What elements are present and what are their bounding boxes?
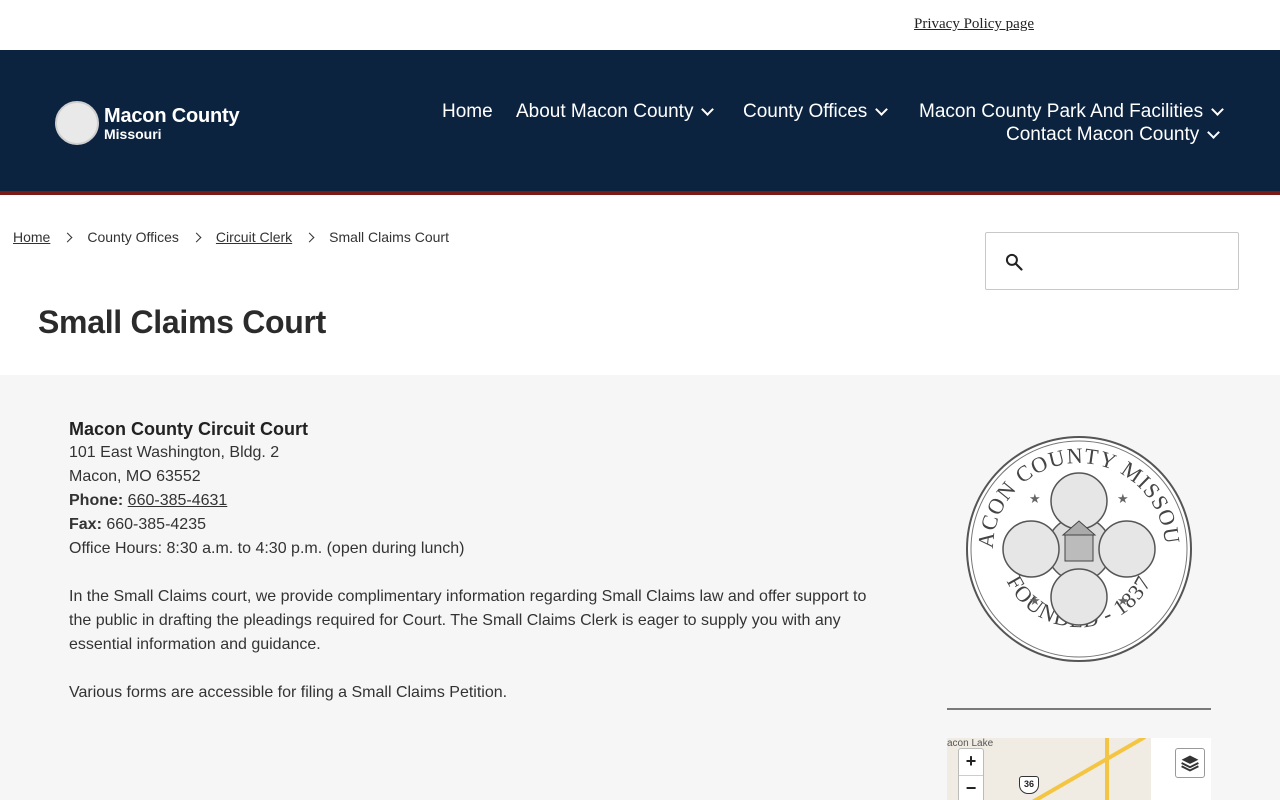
chevron-right-icon <box>304 232 315 242</box>
breadcrumb-county-offices: County Offices <box>87 229 179 245</box>
fax-label: Fax: <box>69 516 102 533</box>
chevron-right-icon <box>191 232 202 242</box>
layers-button[interactable] <box>1175 748 1205 778</box>
breadcrumb-home[interactable]: Home <box>13 229 50 245</box>
top-utility-bar: Privacy Policy page <box>0 0 1280 50</box>
breadcrumb: Home County Offices Circuit Clerk Small … <box>13 229 449 245</box>
privacy-policy-link[interactable]: Privacy Policy page <box>914 16 1034 33</box>
nav-item-home[interactable]: Home <box>442 101 493 123</box>
logo-title: Macon County <box>104 104 240 127</box>
location-map[interactable]: acon Lake 36 + − <box>947 738 1211 800</box>
breadcrumb-current: Small Claims Court <box>329 229 449 245</box>
body-paragraph: In the Small Claims court, we provide co… <box>69 588 867 653</box>
county-seal-icon <box>55 101 99 145</box>
divider <box>947 708 1211 710</box>
fax-value: 660-385-4235 <box>106 516 206 533</box>
county-seal-image: MACON COUNTY MISSOURI FOUNDED - 1837 ★ ★… <box>965 435 1192 662</box>
nav-item-county-offices[interactable]: County Offices <box>743 101 889 123</box>
logo-subtitle: Missouri <box>104 125 162 142</box>
svg-text:★: ★ <box>1029 593 1041 608</box>
chevron-down-icon <box>875 102 889 116</box>
zoom-in-button[interactable]: + <box>959 749 983 775</box>
body-paragraph: Various forms are accessible for filing … <box>69 684 508 701</box>
nav-item-label: Macon County Park And Facilities <box>919 101 1204 122</box>
nav-item-label: County Offices <box>743 101 868 122</box>
contact-info: Macon County Circuit Court 101 East Wash… <box>69 417 889 729</box>
nav-item-parks[interactable]: Macon County Park And Facilities <box>919 101 1224 123</box>
breadcrumb-circuit-clerk[interactable]: Circuit Clerk <box>216 229 292 245</box>
route-shield-icon: 36 <box>1019 776 1039 794</box>
chevron-right-icon <box>62 232 73 242</box>
nav-item-label: Home <box>442 101 493 122</box>
fax-row: Fax: 660-385-4235 <box>69 513 889 537</box>
chevron-down-icon <box>701 102 715 116</box>
nav-item-label: About Macon County <box>516 101 694 122</box>
chevron-down-icon <box>1207 125 1221 139</box>
nav-item-about[interactable]: About Macon County <box>516 101 715 123</box>
svg-text:★: ★ <box>1117 491 1129 506</box>
address-line2: Macon, MO 63552 <box>69 468 201 485</box>
site-logo[interactable]: Macon County Missouri <box>55 101 240 145</box>
phone-row: Phone: 660-385-4631 <box>69 489 889 513</box>
court-name: Macon County Circuit Court <box>69 419 308 439</box>
zoom-out-button[interactable]: − <box>959 775 983 800</box>
page-title: Small Claims Court <box>38 304 327 340</box>
map-road <box>1105 738 1109 800</box>
search-icon[interactable] <box>1004 252 1024 272</box>
map-road <box>988 738 1146 800</box>
office-hours: Office Hours: 8:30 a.m. to 4:30 p.m. (op… <box>69 540 465 557</box>
svg-text:★: ★ <box>1117 593 1129 608</box>
phone-link[interactable]: 660-385-4631 <box>128 492 228 509</box>
nav-item-contact[interactable]: Contact Macon County <box>1006 124 1221 146</box>
main-content: Macon County Circuit Court 101 East Wash… <box>0 375 1280 800</box>
address-line1: 101 East Washington, Bldg. 2 <box>69 444 280 461</box>
nav-item-label: Contact Macon County <box>1006 124 1200 145</box>
map-zoom-control: + − <box>958 748 984 800</box>
phone-label: Phone: <box>69 492 124 509</box>
search-input[interactable] <box>985 232 1239 290</box>
map-layers-panel <box>1151 738 1211 800</box>
chevron-down-icon <box>1211 102 1224 116</box>
site-header: Macon County Missouri Home About Macon C… <box>0 50 1280 195</box>
svg-text:★: ★ <box>1029 491 1041 506</box>
layers-icon <box>1181 755 1199 772</box>
